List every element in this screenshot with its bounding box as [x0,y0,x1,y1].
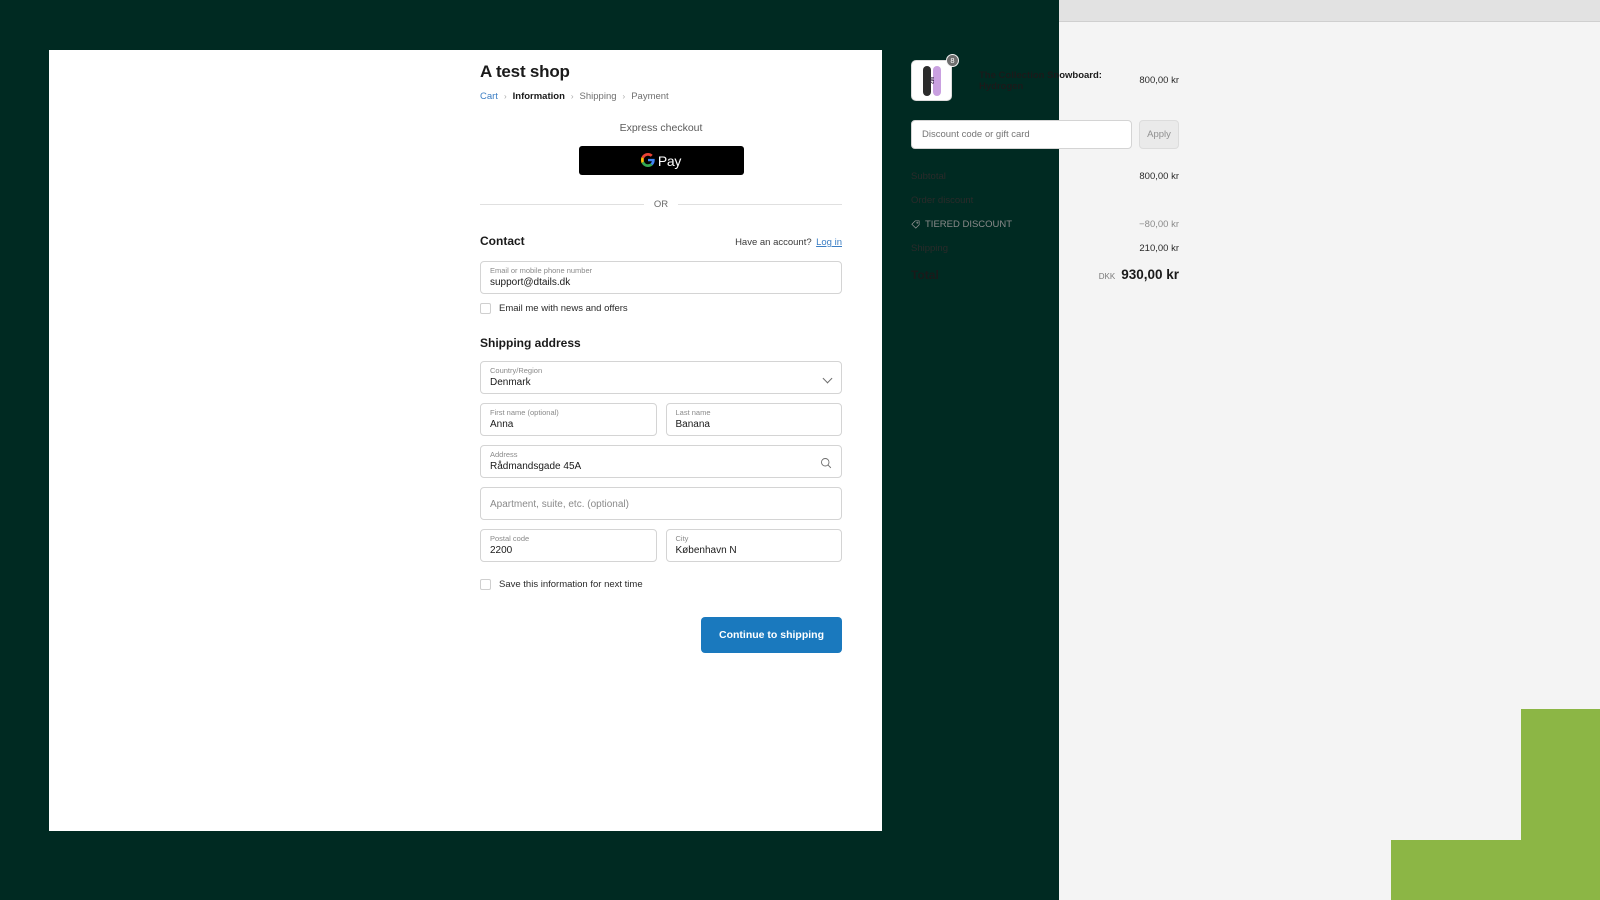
newsletter-checkbox[interactable] [480,303,491,314]
last-name-label: Last name [676,408,833,418]
page-title: A test shop [480,62,842,82]
google-g-icon [641,153,655,169]
tiered-discount-value: −80,00 kr [1139,219,1179,230]
background-green-block-bottom [1391,840,1600,900]
tiered-discount-row: TIERED DISCOUNT −80,00 kr [911,219,1179,230]
apply-discount-button[interactable]: Apply [1139,120,1179,149]
save-info-checkbox[interactable] [480,579,491,590]
google-pay-label: Pay [658,153,681,169]
save-info-checkbox-row[interactable]: Save this information for next time [480,579,842,590]
discount-tag-icon [911,220,920,229]
total-row: Total DKK 930,00 kr [911,267,1179,282]
country-value: Denmark [490,376,832,389]
background-window-bar [1059,0,1600,22]
first-name-value: Anna [490,418,647,431]
breadcrumb-separator: › [623,92,626,101]
country-label: Country/Region [490,366,832,376]
continue-to-shipping-button[interactable]: Continue to shipping [701,617,842,653]
contact-title: Contact [480,234,525,248]
subtotal-label: Subtotal [911,171,946,182]
city-value: København N [676,544,833,557]
google-pay-logo: Pay [641,153,681,169]
express-checkout-label: Express checkout [480,122,842,134]
product-price: 800,00 kr [1139,75,1179,86]
first-name-field[interactable]: First name (optional) Anna [480,403,657,436]
address-label: Address [490,450,832,460]
or-divider: OR [480,199,842,210]
checkout-card: A test shop Cart › Information › Shippin… [49,50,882,831]
breadcrumb-item-information[interactable]: Information [513,91,565,102]
save-info-label: Save this information for next time [499,579,643,590]
address-value: Rådmandsgade 45A [490,460,832,473]
total-label: Total [911,268,939,282]
name-field-row: First name (optional) Anna Last name Ban… [480,403,842,445]
city-field[interactable]: City København N [666,529,843,562]
snowboard-purple-icon: M2 [933,66,941,96]
breadcrumb-item-shipping[interactable]: Shipping [580,91,617,102]
login-link[interactable]: Log in [816,237,842,248]
shipping-label: Shipping [911,243,948,254]
subtotal-row: Subtotal 800,00 kr [911,171,1179,182]
discount-input[interactable] [911,120,1132,149]
apartment-placeholder: Apartment, suite, etc. (optional) [490,492,832,517]
last-name-field[interactable]: Last name Banana [666,403,843,436]
discount-row: Apply [911,120,1179,149]
product-title: The Collection Snowboard: Hydrogen [952,70,1139,92]
divider-line-right [678,204,842,205]
newsletter-label: Email me with news and offers [499,303,628,314]
continue-button-wrap: Continue to shipping [480,617,842,653]
checkout-form-column: A test shop Cart › Information › Shippin… [480,62,842,653]
newsletter-checkbox-row[interactable]: Email me with news and offers [480,303,842,314]
city-label: City [676,534,833,544]
breadcrumb-item-cart[interactable]: Cart [480,91,498,102]
first-name-label: First name (optional) [490,408,647,418]
account-prompt: Have an account? Log in [735,232,842,250]
total-right: DKK 930,00 kr [1099,267,1179,282]
or-label: OR [654,199,668,210]
breadcrumb-separator: › [504,92,507,101]
shipping-row: Shipping 210,00 kr [911,243,1179,254]
tiered-discount-left: TIERED DISCOUNT [911,219,1012,230]
account-question: Have an account? [735,237,812,248]
snowboard-mark: M2 [928,77,934,84]
tiered-discount-label: TIERED DISCOUNT [925,219,1012,230]
postal-code-label: Postal code [490,534,647,544]
quantity-badge: 8 [946,54,959,67]
shipping-address-title: Shipping address [480,336,842,350]
subtotal-value: 800,00 kr [1139,171,1179,182]
total-currency: DKK [1099,272,1115,281]
screen: A test shop Cart › Information › Shippin… [0,0,1600,900]
last-name-value: Banana [676,418,833,431]
email-field-value: support@dtails.dk [490,276,832,289]
order-discount-label: Order discount [911,195,973,206]
search-icon[interactable] [820,456,832,468]
shipping-value: 210,00 kr [1139,243,1179,254]
order-line-item: M2 8 The Collection Snowboard: Hydrogen … [911,60,1179,101]
background-green-block-right [1521,709,1600,840]
country-select[interactable]: Country/Region Denmark [480,361,842,394]
breadcrumb: Cart › Information › Shipping › Payment [480,91,842,102]
product-thumbnail: M2 [911,60,952,101]
apartment-field[interactable]: Apartment, suite, etc. (optional) [480,487,842,520]
address-field[interactable]: Address Rådmandsgade 45A [480,445,842,478]
order-discount-row: Order discount [911,195,1179,206]
order-summary: M2 8 The Collection Snowboard: Hydrogen … [911,60,1179,295]
contact-section-header: Contact Have an account? Log in [480,232,842,250]
breadcrumb-item-payment[interactable]: Payment [631,91,669,102]
total-value: 930,00 kr [1121,267,1179,282]
postal-code-field[interactable]: Postal code 2200 [480,529,657,562]
postal-code-value: 2200 [490,544,647,557]
email-field-label: Email or mobile phone number [490,266,832,276]
google-pay-button[interactable]: Pay [579,146,744,175]
postal-city-row: Postal code 2200 City København N [480,529,842,571]
divider-line-left [480,204,644,205]
email-field[interactable]: Email or mobile phone number support@dta… [480,261,842,294]
breadcrumb-separator: › [571,92,574,101]
product-thumbnail-wrap: M2 8 [911,60,952,101]
